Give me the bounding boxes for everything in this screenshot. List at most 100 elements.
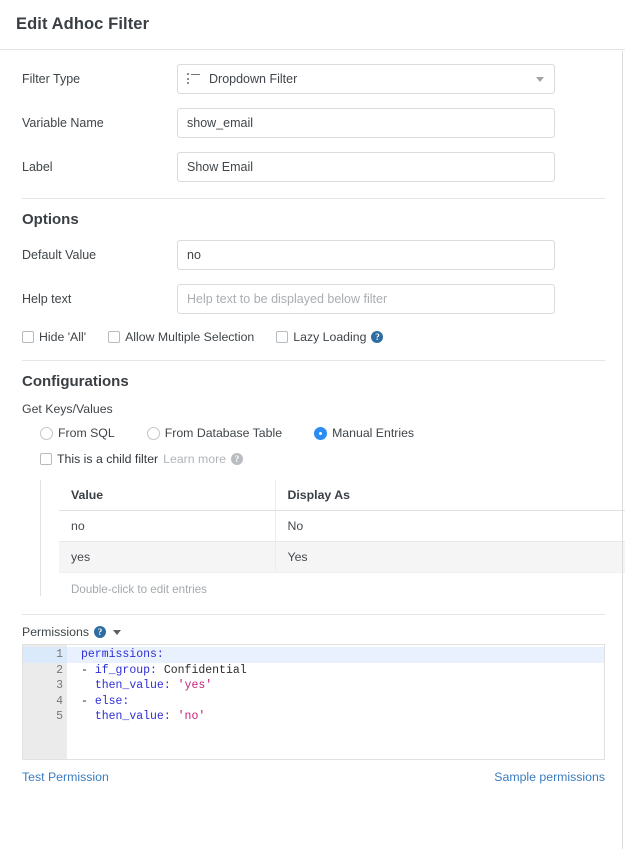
code-token: 'no' bbox=[178, 710, 206, 723]
filter-type-label: Filter Type bbox=[22, 72, 177, 86]
default-value-label: Default Value bbox=[22, 248, 177, 262]
dialog-body: Filter Type Dropdown Filter Variable Nam… bbox=[0, 50, 625, 784]
radio-manual-entries[interactable]: Manual Entries bbox=[314, 426, 414, 440]
scrollbar-track[interactable] bbox=[622, 51, 623, 849]
code-token: if_group: bbox=[95, 664, 157, 677]
options-section-title: Options bbox=[22, 211, 605, 228]
permissions-header: Permissions ? bbox=[22, 625, 605, 639]
editor-code-line[interactable]: then_value: 'yes' bbox=[67, 678, 604, 694]
radio-circle-icon[interactable] bbox=[40, 427, 53, 440]
dialog-header: Edit Adhoc Filter bbox=[0, 0, 625, 50]
variable-name-label: Variable Name bbox=[22, 116, 177, 130]
code-token bbox=[81, 710, 95, 723]
help-text-label: Help text bbox=[22, 292, 177, 306]
editor-code-area[interactable]: permissions: - if_group: Confidential the… bbox=[67, 645, 604, 759]
radio-from-database-table[interactable]: From Database Table bbox=[147, 426, 282, 440]
manual-entries-table-wrapper: Value Display As no No yes Yes Double-cl… bbox=[40, 480, 605, 596]
filter-type-select[interactable]: Dropdown Filter bbox=[177, 64, 555, 94]
learn-more-link[interactable]: Learn more bbox=[163, 452, 226, 466]
code-token: - bbox=[81, 664, 95, 677]
permissions-footer: Test Permission Sample permissions bbox=[22, 770, 605, 784]
code-token: else: bbox=[95, 695, 130, 708]
permissions-label: Permissions bbox=[22, 625, 89, 639]
cell-value[interactable]: yes bbox=[59, 542, 275, 573]
code-token: Confidential bbox=[157, 664, 247, 677]
table-row[interactable]: yes Yes bbox=[59, 542, 625, 573]
radio-from-database-table-label: From Database Table bbox=[165, 426, 282, 440]
code-token: 'yes' bbox=[178, 679, 213, 692]
editor-code-line[interactable]: then_value: 'no' bbox=[67, 709, 604, 725]
options-checkbox-row: Hide 'All' Allow Multiple Selection Lazy… bbox=[22, 330, 605, 344]
field-row-label: Label Show Email bbox=[22, 152, 605, 182]
variable-name-input[interactable]: show_email bbox=[177, 108, 555, 138]
sample-permissions-link[interactable]: Sample permissions bbox=[494, 770, 605, 784]
radio-circle-icon[interactable] bbox=[147, 427, 160, 440]
child-filter-row: This is a child filter Learn more ? bbox=[40, 452, 605, 466]
editor-gutter: 12345 bbox=[23, 645, 67, 759]
field-row-filter-type: Filter Type Dropdown Filter bbox=[22, 64, 605, 94]
editor-code-line[interactable]: permissions: bbox=[67, 647, 604, 663]
label-field-label: Label bbox=[22, 160, 177, 174]
checkbox-lazy-loading-label: Lazy Loading bbox=[293, 330, 366, 344]
radio-manual-entries-label: Manual Entries bbox=[332, 426, 414, 440]
editor-code-line[interactable]: - else: bbox=[67, 694, 604, 710]
checkbox-box-icon[interactable] bbox=[276, 331, 288, 343]
checkbox-allow-multiple-selection[interactable]: Allow Multiple Selection bbox=[108, 330, 254, 344]
help-circle-icon[interactable]: ? bbox=[94, 626, 106, 638]
radio-from-sql[interactable]: From SQL bbox=[40, 426, 115, 440]
checkbox-hide-all[interactable]: Hide 'All' bbox=[22, 330, 86, 344]
page-title: Edit Adhoc Filter bbox=[16, 15, 149, 34]
help-circle-icon[interactable]: ? bbox=[231, 453, 243, 465]
filter-type-value: Dropdown Filter bbox=[209, 72, 297, 86]
cell-value[interactable]: no bbox=[59, 511, 275, 542]
code-token: permissions: bbox=[81, 648, 164, 661]
help-circle-icon[interactable]: ? bbox=[371, 331, 383, 343]
editor-line-number: 2 bbox=[23, 663, 67, 679]
list-icon bbox=[187, 74, 200, 85]
code-token bbox=[171, 679, 178, 692]
get-keys-values-label: Get Keys/Values bbox=[22, 402, 605, 416]
table-header-row: Value Display As bbox=[59, 480, 625, 511]
code-token: - bbox=[81, 695, 95, 708]
help-text-input[interactable]: Help text to be displayed below filter bbox=[177, 284, 555, 314]
checkbox-lazy-loading[interactable]: Lazy Loading ? bbox=[276, 330, 383, 344]
section-divider-options bbox=[22, 198, 605, 199]
code-token: then_value: bbox=[95, 679, 171, 692]
section-divider-configurations bbox=[22, 360, 605, 361]
field-row-help-text: Help text Help text to be displayed belo… bbox=[22, 284, 605, 314]
filter-type-control: Dropdown Filter bbox=[177, 64, 555, 94]
section-divider-permissions bbox=[22, 614, 605, 615]
label-field-control: Show Email bbox=[177, 152, 555, 182]
code-token bbox=[171, 710, 178, 723]
permissions-code-editor[interactable]: 12345 permissions: - if_group: Confidenti… bbox=[22, 644, 605, 760]
code-token: then_value: bbox=[95, 710, 171, 723]
radio-circle-selected-icon[interactable] bbox=[314, 427, 327, 440]
manual-entries-table: Value Display As no No yes Yes bbox=[59, 480, 625, 573]
radio-from-sql-label: From SQL bbox=[58, 426, 115, 440]
configurations-section-title: Configurations bbox=[22, 373, 605, 390]
checkbox-box-icon[interactable] bbox=[22, 331, 34, 343]
editor-line-number: 1 bbox=[23, 647, 67, 663]
default-value-input[interactable]: no bbox=[177, 240, 555, 270]
editor-line-number: 4 bbox=[23, 694, 67, 710]
help-text-control: Help text to be displayed below filter bbox=[177, 284, 555, 314]
editor-line-number: 3 bbox=[23, 678, 67, 694]
editor-code-line[interactable]: - if_group: Confidential bbox=[67, 663, 604, 679]
chevron-down-icon[interactable] bbox=[536, 77, 544, 82]
column-header-value: Value bbox=[59, 480, 275, 511]
checkbox-box-icon[interactable] bbox=[40, 453, 52, 465]
editor-line-number: 5 bbox=[23, 709, 67, 725]
test-permission-link[interactable]: Test Permission bbox=[22, 770, 109, 784]
checkbox-box-icon[interactable] bbox=[108, 331, 120, 343]
cell-display-as[interactable]: Yes bbox=[275, 542, 625, 573]
code-token bbox=[81, 679, 95, 692]
table-edit-hint: Double-click to edit entries bbox=[59, 573, 605, 596]
table-row[interactable]: no No bbox=[59, 511, 625, 542]
checkbox-hide-all-label: Hide 'All' bbox=[39, 330, 86, 344]
chevron-down-icon[interactable] bbox=[113, 630, 121, 635]
label-field-input[interactable]: Show Email bbox=[177, 152, 555, 182]
variable-name-control: show_email bbox=[177, 108, 555, 138]
cell-display-as[interactable]: No bbox=[275, 511, 625, 542]
edit-adhoc-filter-dialog: Edit Adhoc Filter Filter Type Dropdown F… bbox=[0, 0, 625, 849]
checkbox-allow-multiple-label: Allow Multiple Selection bbox=[125, 330, 254, 344]
